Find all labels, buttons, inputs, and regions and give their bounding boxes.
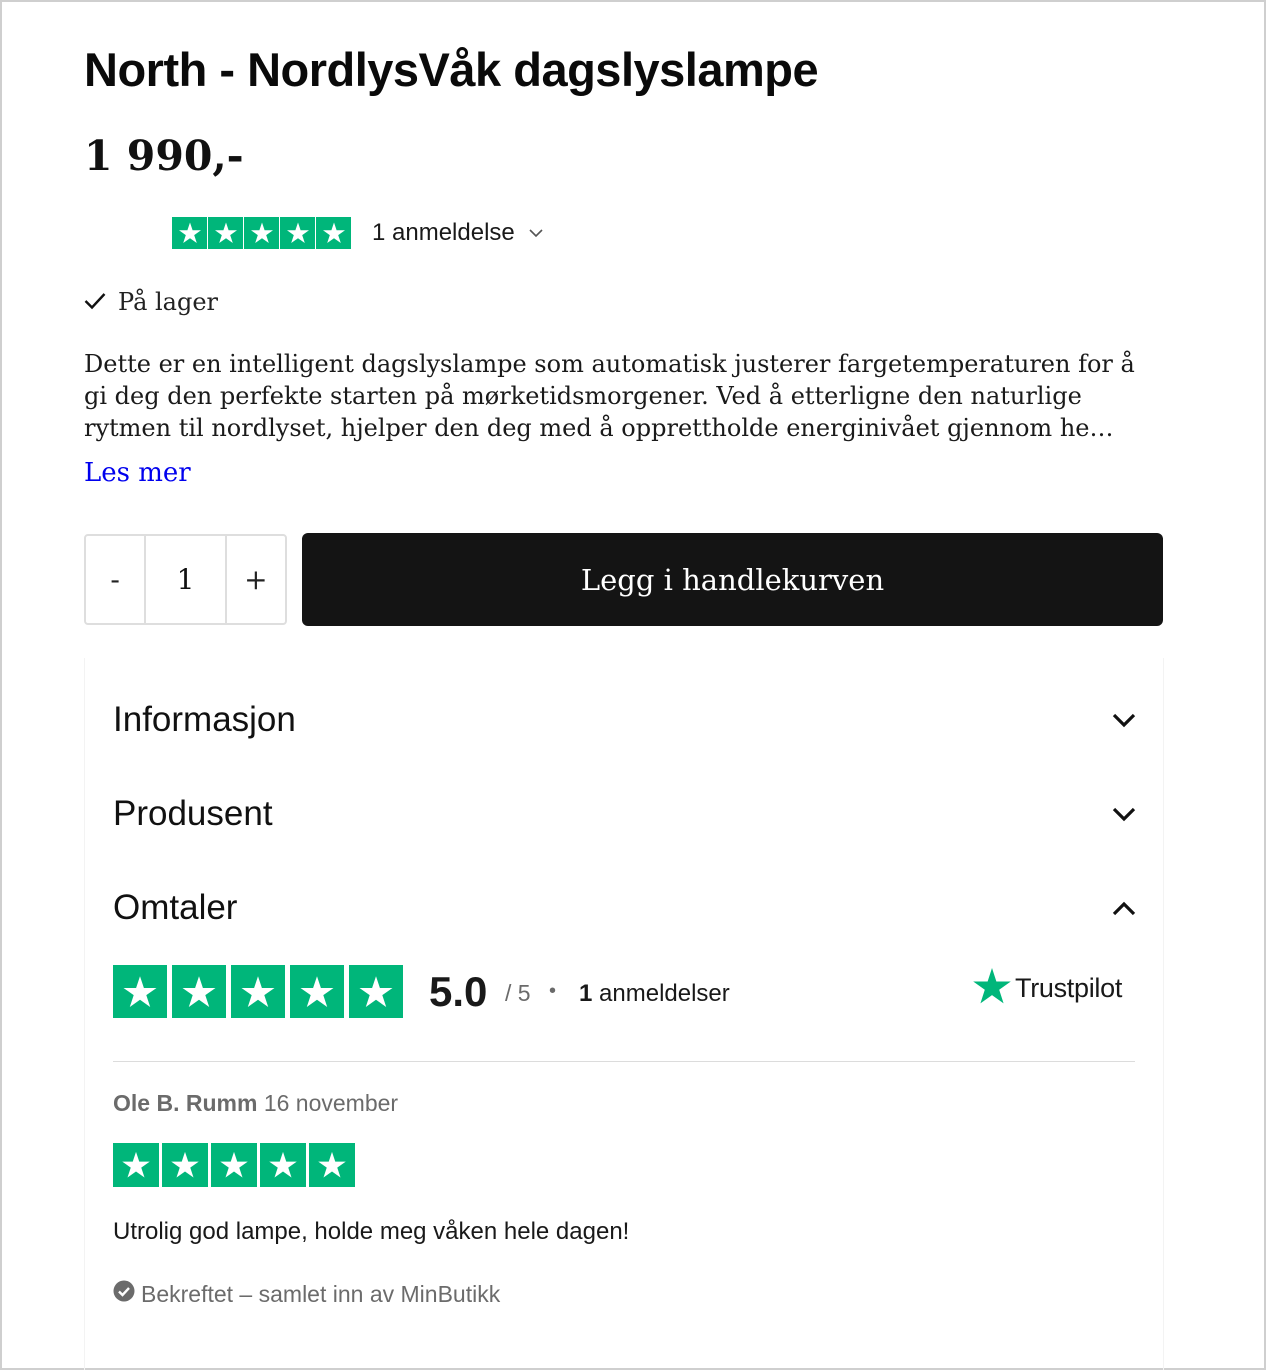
review-rating-stars: [113, 1143, 355, 1187]
star-icon: [280, 217, 315, 249]
rating-score: 5.0: [429, 968, 488, 1015]
add-to-cart-button[interactable]: Legg i handlekurven: [302, 533, 1163, 626]
accordion-produsent[interactable]: Produsent: [113, 784, 1137, 844]
star-icon: [260, 1143, 306, 1187]
accordion-label: Produsent: [113, 794, 273, 833]
star-icon: [208, 217, 243, 249]
review-author: Ole B. Rumm: [113, 1090, 258, 1116]
decrease-quantity-button[interactable]: -: [86, 536, 144, 623]
review-total: 1 anmeldelser: [579, 980, 730, 1008]
product-description: Dette er en intelligent dagslyslampe som…: [84, 348, 1170, 444]
product-rating-stars[interactable]: [172, 217, 351, 249]
accordion-omtaler[interactable]: Omtaler: [113, 878, 1137, 938]
chevron-down-icon: [1111, 801, 1137, 827]
review-count-link[interactable]: 1 anmeldelse: [372, 219, 543, 247]
review-count-label: 1 anmeldelse: [372, 219, 515, 246]
review-date: 16 november: [263, 1090, 399, 1116]
review-header: Ole B. Rumm 16 november: [113, 1090, 398, 1117]
check-icon: [84, 288, 106, 316]
review-text: Utrolig god lampe, holde meg våken hele …: [113, 1218, 630, 1245]
trustpilot-logo[interactable]: Trustpilot: [973, 968, 1122, 1009]
star-icon: [162, 1143, 208, 1187]
quantity-input[interactable]: 1: [144, 536, 227, 623]
quantity-stepper: - 1 +: [84, 534, 287, 625]
divider: [113, 1061, 1135, 1062]
rating-out-of: / 5: [505, 980, 531, 1006]
star-icon: [231, 965, 285, 1018]
overall-rating-stars: [113, 965, 403, 1018]
star-icon: [113, 1143, 159, 1187]
stock-status: På lager: [84, 288, 218, 316]
star-icon: [349, 965, 403, 1018]
increase-quantity-button[interactable]: +: [227, 536, 285, 623]
trustpilot-star-icon: [973, 968, 1011, 1009]
accordion-label: Omtaler: [113, 888, 238, 927]
stock-label: På lager: [118, 288, 219, 316]
separator-dot: •: [549, 980, 557, 1002]
verified-check-icon: [113, 1280, 135, 1308]
review-total-label: anmeldelser: [599, 980, 730, 1007]
read-more-link[interactable]: Les mer: [84, 458, 191, 488]
star-icon: [172, 965, 226, 1018]
product-price: 1 990,-: [84, 132, 244, 180]
star-icon: [113, 965, 167, 1018]
description-line: rytmen til nordlyset, hjelper den deg me…: [84, 414, 1114, 442]
star-icon: [172, 217, 207, 249]
trustpilot-wordmark: Trustpilot: [1015, 973, 1123, 1003]
details-panel: Informasjon Produsent Omtaler 5.0 / 5 • …: [84, 658, 1164, 1370]
star-icon: [211, 1143, 257, 1187]
verified-label: Bekreftet – samlet inn av MinButikk: [141, 1280, 501, 1307]
review-total-number: 1: [579, 980, 593, 1007]
accordion-informasjon[interactable]: Informasjon: [113, 690, 1137, 750]
chevron-down-icon: [529, 225, 543, 242]
star-icon: [309, 1143, 355, 1187]
accordion-label: Informasjon: [113, 700, 296, 739]
description-line: gi deg den perfekte starten på mørketids…: [84, 382, 1082, 410]
star-icon: [290, 965, 344, 1018]
review-verified: Bekreftet – samlet inn av MinButikk: [113, 1280, 500, 1308]
chevron-up-icon: [1111, 895, 1137, 921]
star-icon: [316, 217, 351, 249]
star-icon: [244, 217, 279, 249]
product-title: North - NordlysVåk dagslyslampe: [84, 43, 819, 96]
chevron-down-icon: [1111, 707, 1137, 733]
description-line: Dette er en intelligent dagslyslampe som…: [84, 350, 1135, 378]
